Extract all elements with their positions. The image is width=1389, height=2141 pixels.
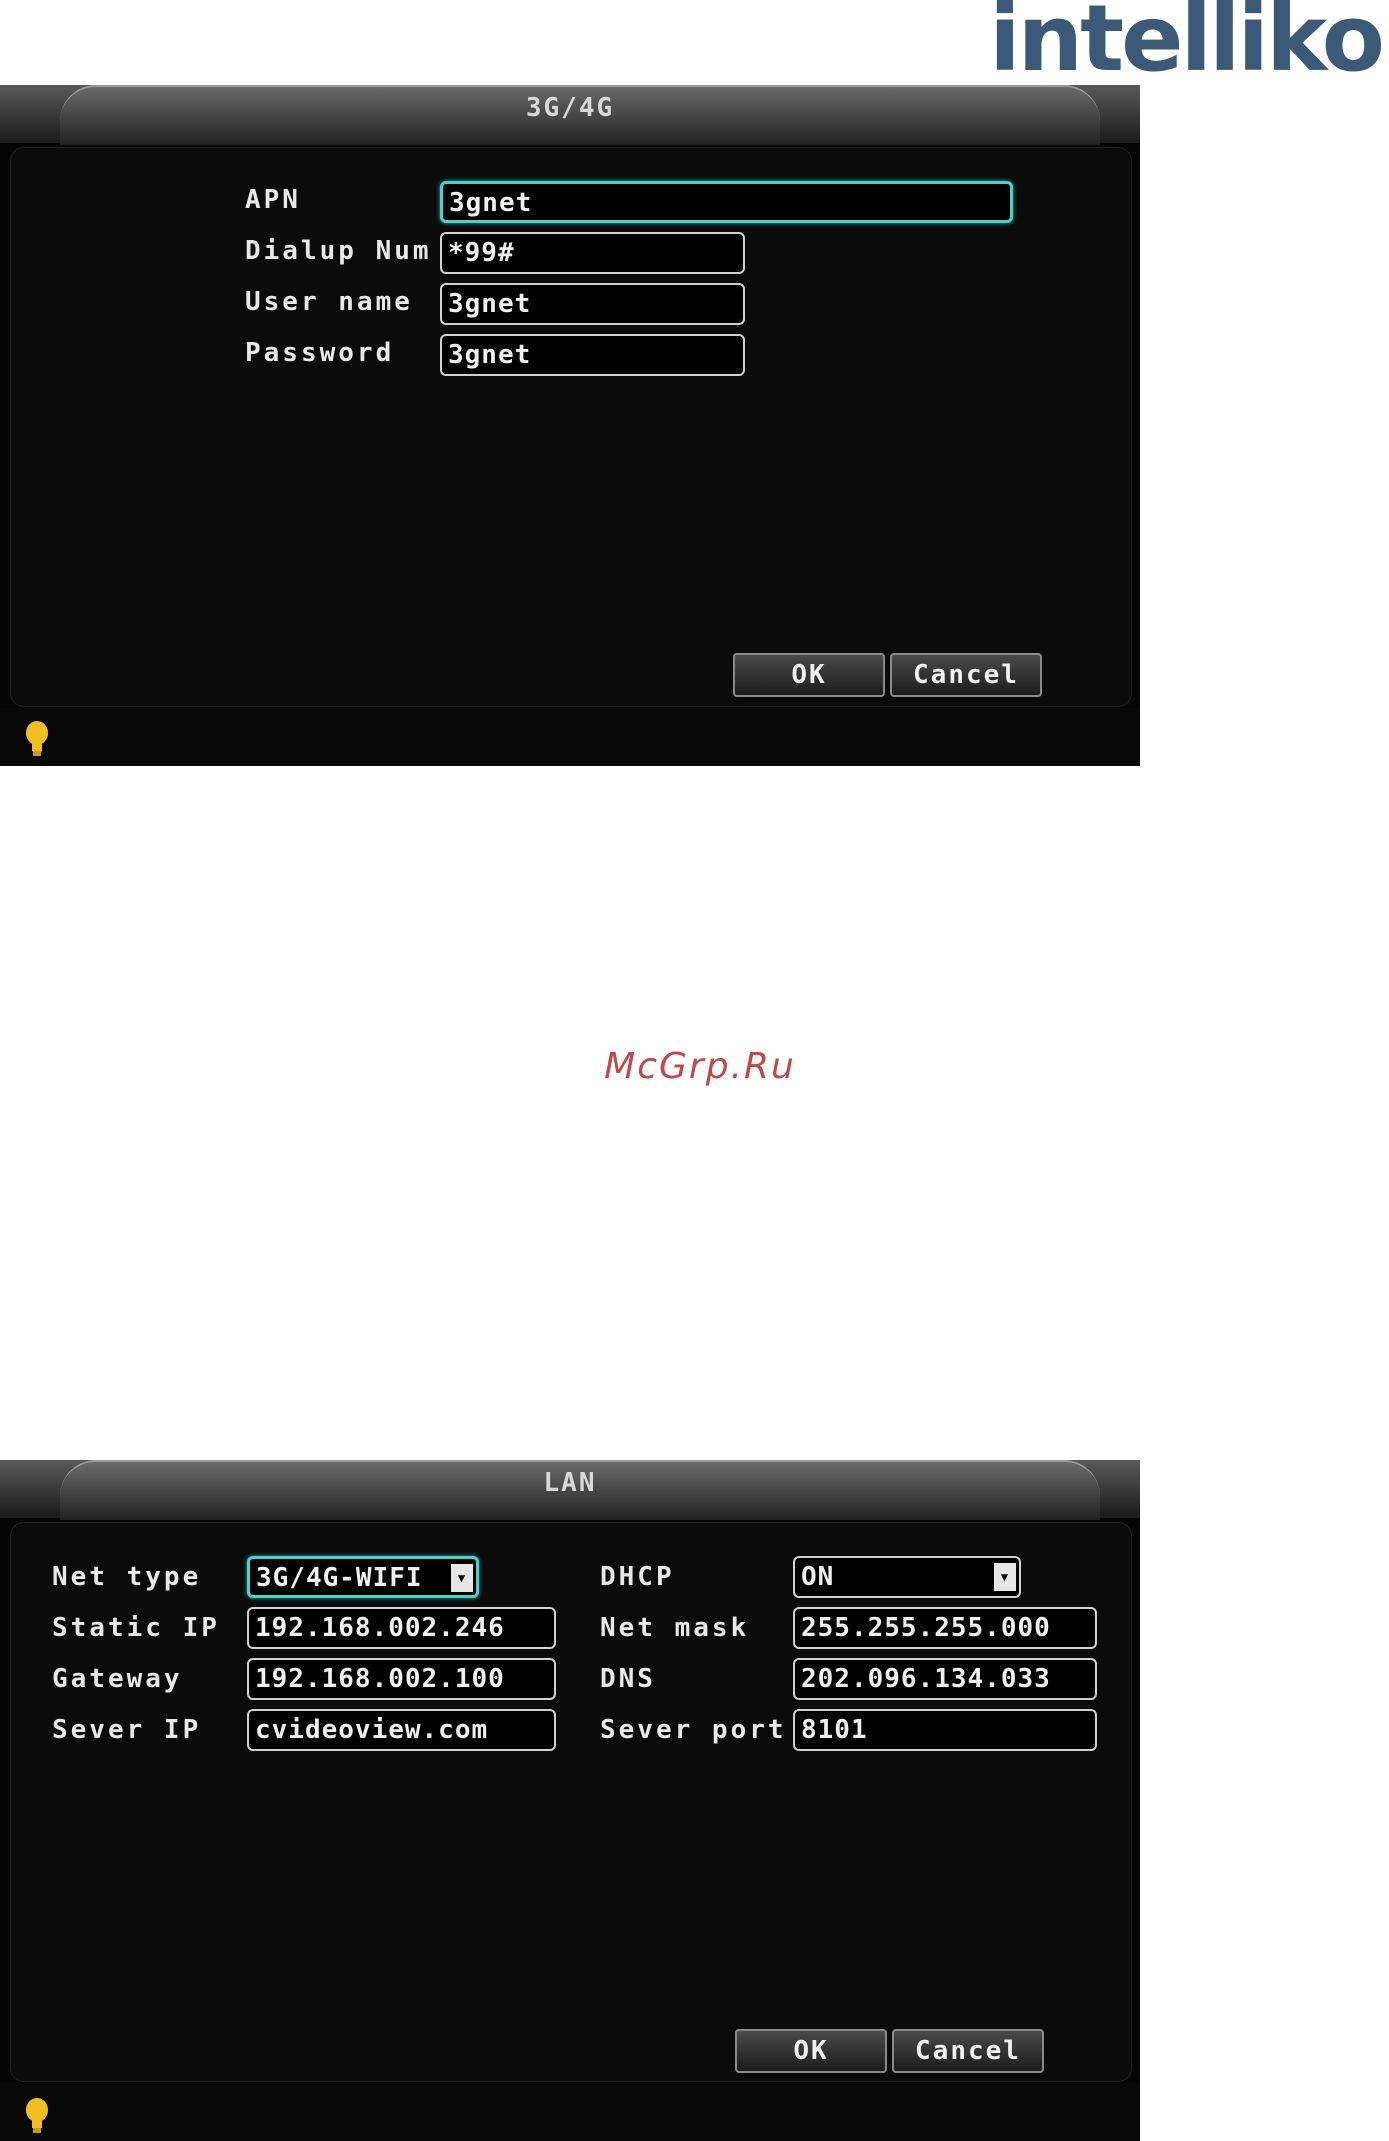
user-name-input[interactable]: 3gnet — [440, 283, 745, 325]
sever-port-input[interactable]: 8101 — [793, 1709, 1097, 1751]
settings-area — [10, 1522, 1132, 2082]
net-type-select[interactable]: 3G/4G-WIFI ▼ — [247, 1556, 479, 1598]
net-type-value: 3G/4G-WIFI — [256, 1563, 423, 1593]
gateway-label: Gateway — [52, 1664, 183, 1694]
cancel-button[interactable]: Cancel — [892, 2029, 1044, 2073]
net-mask-label: Net mask — [600, 1613, 750, 1643]
panel-3g4g: 3G/4G APN 3gnet Dialup Num *99# User nam… — [0, 85, 1140, 766]
dhcp-label: DHCP — [600, 1562, 675, 1592]
cancel-button[interactable]: Cancel — [890, 653, 1042, 697]
dhcp-value: ON — [801, 1562, 835, 1592]
apn-input[interactable]: 3gnet — [440, 181, 1013, 223]
panel-title: 3G/4G — [525, 93, 615, 123]
gateway-input[interactable]: 192.168.002.100 — [247, 1658, 556, 1700]
net-mask-input[interactable]: 255.255.255.000 — [793, 1607, 1097, 1649]
status-strip — [0, 708, 1140, 766]
password-label: Password — [245, 338, 395, 368]
user-name-label: User name — [245, 287, 413, 317]
sever-port-label: Sever port — [600, 1715, 787, 1745]
dialup-num-input[interactable]: *99# — [440, 232, 745, 274]
static-ip-label: Static IP — [52, 1613, 220, 1643]
chevron-down-icon[interactable]: ▼ — [994, 1563, 1016, 1591]
brand-logo: intelliko — [989, 0, 1385, 92]
sever-ip-label: Sever IP — [52, 1715, 202, 1745]
apn-label: APN — [245, 185, 301, 215]
dns-input[interactable]: 202.096.134.033 — [793, 1658, 1097, 1700]
dialup-num-label: Dialup Num — [245, 236, 432, 266]
status-strip — [0, 2083, 1140, 2141]
ok-button[interactable]: OK — [735, 2029, 887, 2073]
lightbulb-icon — [26, 721, 48, 756]
lightbulb-icon — [26, 2098, 48, 2133]
panel-lan: LAN Net type 3G/4G-WIFI ▼ Static IP 192.… — [0, 1460, 1140, 2141]
settings-area — [10, 147, 1132, 707]
password-input[interactable]: 3gnet — [440, 334, 745, 376]
ok-button[interactable]: OK — [733, 653, 885, 697]
net-type-label: Net type — [52, 1562, 202, 1592]
panel-title: LAN — [543, 1468, 597, 1498]
sever-ip-input[interactable]: cvideoview.com — [247, 1709, 556, 1751]
dhcp-select[interactable]: ON ▼ — [793, 1556, 1021, 1598]
dns-label: DNS — [600, 1664, 656, 1694]
chevron-down-icon[interactable]: ▼ — [451, 1564, 473, 1592]
static-ip-input[interactable]: 192.168.002.246 — [247, 1607, 556, 1649]
watermark: McGrp.Ru — [604, 1046, 796, 1087]
